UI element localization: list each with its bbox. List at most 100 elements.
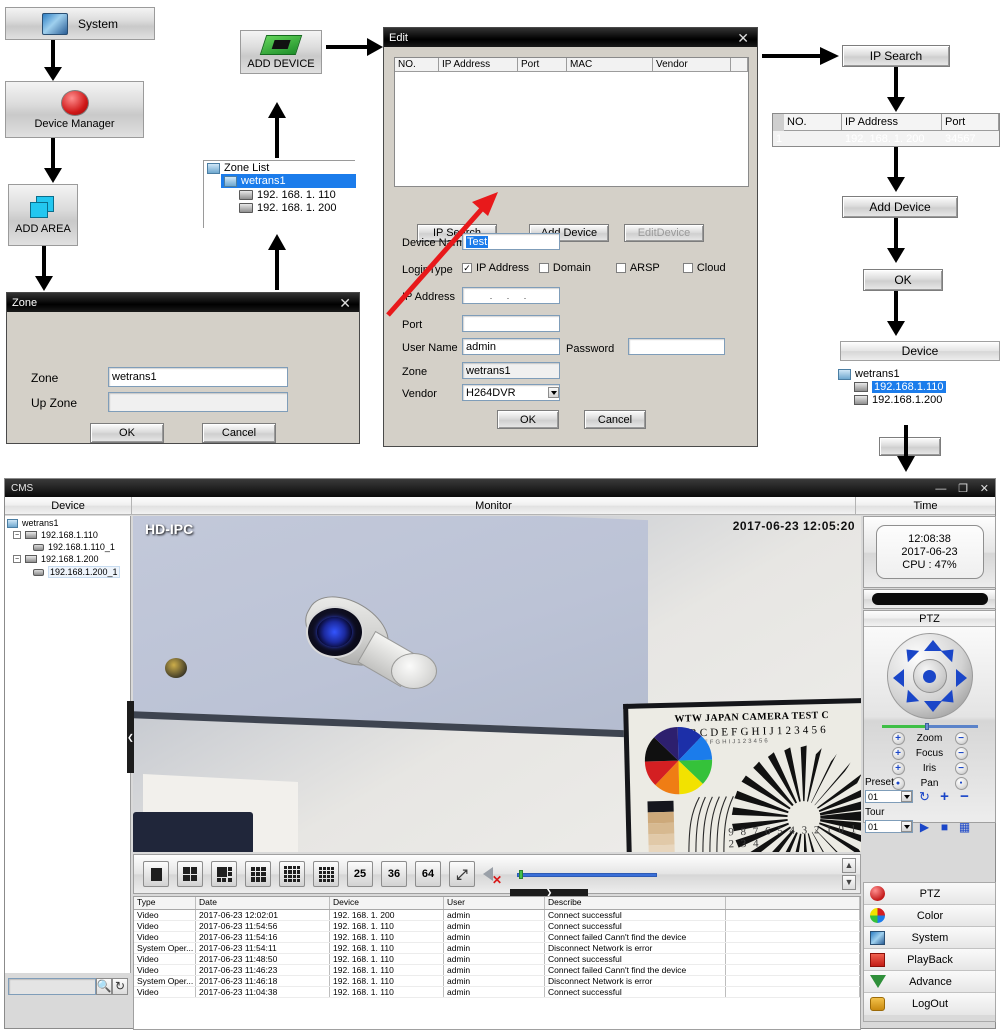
col-port[interactable]: Port: [518, 58, 567, 71]
layout-9-button[interactable]: [245, 861, 271, 887]
checkbox-cloud[interactable]: [682, 263, 693, 273]
table-row[interactable]: System Oper... 2017-06-23 11:46:18 192. 16…: [134, 976, 860, 987]
layout-36-button[interactable]: 36: [381, 861, 407, 887]
video-left-collapse-handle[interactable]: ❮: [127, 701, 134, 773]
col-ip[interactable]: IP Address: [439, 58, 518, 71]
log-col-device[interactable]: Device: [330, 897, 444, 909]
menu-item-advance[interactable]: Advance: [864, 971, 995, 993]
ptz-joystick[interactable]: [886, 633, 973, 719]
ptz-center-button[interactable]: [912, 659, 947, 693]
fullscreen-icon[interactable]: ⤢: [449, 861, 475, 887]
focus-plus-button[interactable]: +: [891, 747, 905, 760]
col-ip[interactable]: IP Address: [842, 114, 942, 130]
layout-25-button[interactable]: 25: [347, 861, 373, 887]
log-col-describe[interactable]: Describe: [545, 897, 726, 909]
col-no[interactable]: NO.: [395, 58, 439, 71]
add-device-button[interactable]: Add Device: [842, 196, 958, 218]
zone-cancel-button[interactable]: Cancel: [202, 423, 276, 443]
table-row[interactable]: Video 2017-06-23 11:04:38 192. 168. 1. 110…: [134, 987, 860, 998]
zone-list-item-wetrans1[interactable]: wetrans1: [221, 174, 356, 188]
rotate-icon[interactable]: ↻: [916, 788, 933, 805]
minus-icon[interactable]: −: [956, 788, 973, 805]
zone-name-input[interactable]: wetrans1: [108, 367, 288, 387]
ok-button[interactable]: OK: [863, 269, 943, 291]
scroll-buttons[interactable]: ▲ ▼: [842, 858, 856, 890]
edit-dialog-cancel-button[interactable]: Cancel: [584, 410, 646, 429]
menu-item-logout[interactable]: LogOut: [864, 993, 995, 1015]
zoom-plus-button[interactable]: +: [891, 732, 905, 745]
chevron-down-icon[interactable]: [901, 791, 912, 802]
table-row[interactable]: Video 2017-06-23 11:48:50 192. 168. 1. 110…: [134, 954, 860, 965]
expander-icon[interactable]: −: [13, 555, 21, 563]
ptz-down-right-icon[interactable]: [940, 689, 959, 709]
add-area-tile[interactable]: ADD AREA: [8, 184, 78, 246]
focus-minus-button[interactable]: −: [954, 747, 968, 760]
layout-4-button[interactable]: [177, 861, 203, 887]
volume-slider[interactable]: [517, 869, 657, 879]
tree-item-wetrans1[interactable]: wetrans1: [836, 368, 1000, 380]
ip-search-button[interactable]: IP Search: [842, 45, 950, 67]
layout-16-button[interactable]: [313, 861, 339, 887]
log-collapse-handle[interactable]: ❯: [510, 888, 588, 897]
ptz-speed-slider[interactable]: [881, 723, 978, 730]
table-row[interactable]: Video 2017-06-23 11:54:56 192. 168. 1. 110…: [134, 921, 860, 932]
minimize-button[interactable]: —: [935, 483, 946, 495]
table-row[interactable]: Video 2017-06-23 11:46:23 192. 168. 1. 110…: [134, 965, 860, 976]
tree-item-200[interactable]: 192.168.1.200: [836, 394, 1000, 406]
col-vendor[interactable]: Vendor: [653, 58, 731, 71]
cms-tree-item-110[interactable]: − 192.168.1.110: [13, 530, 130, 540]
video-pane[interactable]: WTW JAPAN CAMERA TEST C A B C D E F G H …: [133, 516, 861, 852]
zone-input[interactable]: wetrans1: [462, 362, 560, 379]
tree-item-110[interactable]: 192.168.1.110: [836, 381, 1000, 393]
ptz-up-left-icon[interactable]: [900, 643, 919, 663]
log-col-type[interactable]: Type: [134, 897, 196, 909]
checkbox-arsp[interactable]: [615, 263, 626, 273]
maximize-button[interactable]: ❐: [958, 483, 968, 495]
edit-device-grid[interactable]: NO. IP Address Port MAC Vendor: [394, 57, 749, 187]
device-manager-tile[interactable]: Device Manager: [5, 81, 144, 138]
menu-item-system[interactable]: System: [864, 927, 995, 949]
cms-tree-item-wetrans1[interactable]: wetrans1: [7, 518, 130, 528]
iris-plus-button[interactable]: +: [891, 762, 905, 775]
edit-dialog-ok-button[interactable]: OK: [497, 410, 559, 429]
ptz-down-icon[interactable]: [923, 701, 942, 712]
magnifier-icon[interactable]: 🔍: [96, 977, 112, 995]
tour-select[interactable]: 01: [865, 820, 913, 833]
col-mac[interactable]: MAC: [567, 58, 653, 71]
menu-item-playback[interactable]: PlayBack: [864, 949, 995, 971]
scroll-up-icon[interactable]: ▲: [842, 858, 856, 873]
play-icon[interactable]: ▶: [916, 818, 933, 835]
vendor-select[interactable]: H264DVR: [462, 384, 560, 401]
grid-icon[interactable]: ▦: [956, 818, 973, 835]
plus-icon[interactable]: +: [936, 788, 953, 805]
chevron-down-icon[interactable]: [548, 387, 559, 398]
ptz-left-icon[interactable]: [892, 669, 904, 687]
ptz-down-left-icon[interactable]: [900, 689, 919, 709]
edit-edit-device-button[interactable]: EditDevice: [624, 224, 704, 242]
zone-ok-button[interactable]: OK: [90, 423, 164, 443]
stop-icon[interactable]: ■: [936, 818, 953, 835]
cms-tree-item-110-1[interactable]: 192.168.1.110_1: [33, 542, 130, 552]
log-col-user[interactable]: User: [444, 897, 545, 909]
iris-minus-button[interactable]: −: [954, 762, 968, 775]
zone-list-item-200[interactable]: 192. 168. 1. 200: [236, 201, 355, 214]
log-col-extra[interactable]: [726, 897, 860, 909]
checkbox-domain[interactable]: [538, 263, 549, 273]
col-port[interactable]: Port: [942, 114, 999, 130]
search-input[interactable]: [8, 977, 96, 995]
system-tile[interactable]: System: [5, 7, 155, 40]
ptz-up-right-icon[interactable]: [940, 643, 959, 663]
add-device-tile[interactable]: ADD DEVICE: [240, 30, 322, 74]
table-row[interactable]: Video 2017-06-23 12:02:01 192. 168. 1. 200…: [134, 910, 860, 921]
login-option-cloud[interactable]: Cloud: [682, 262, 742, 274]
close-icon[interactable]: ✕: [336, 296, 354, 310]
login-option-arsp[interactable]: ARSP: [615, 262, 683, 274]
col-no[interactable]: NO.: [784, 114, 842, 130]
table-row[interactable]: Video 2017-06-23 11:54:16 192. 168. 1. 110…: [134, 932, 860, 943]
scroll-down-icon[interactable]: ▼: [842, 875, 856, 890]
user-name-input[interactable]: admin: [462, 338, 560, 355]
ptz-up-icon[interactable]: [923, 640, 942, 651]
audio-mute-icon[interactable]: ✕: [483, 863, 509, 886]
preset-select[interactable]: 01: [865, 790, 913, 803]
expander-icon[interactable]: −: [13, 531, 21, 539]
